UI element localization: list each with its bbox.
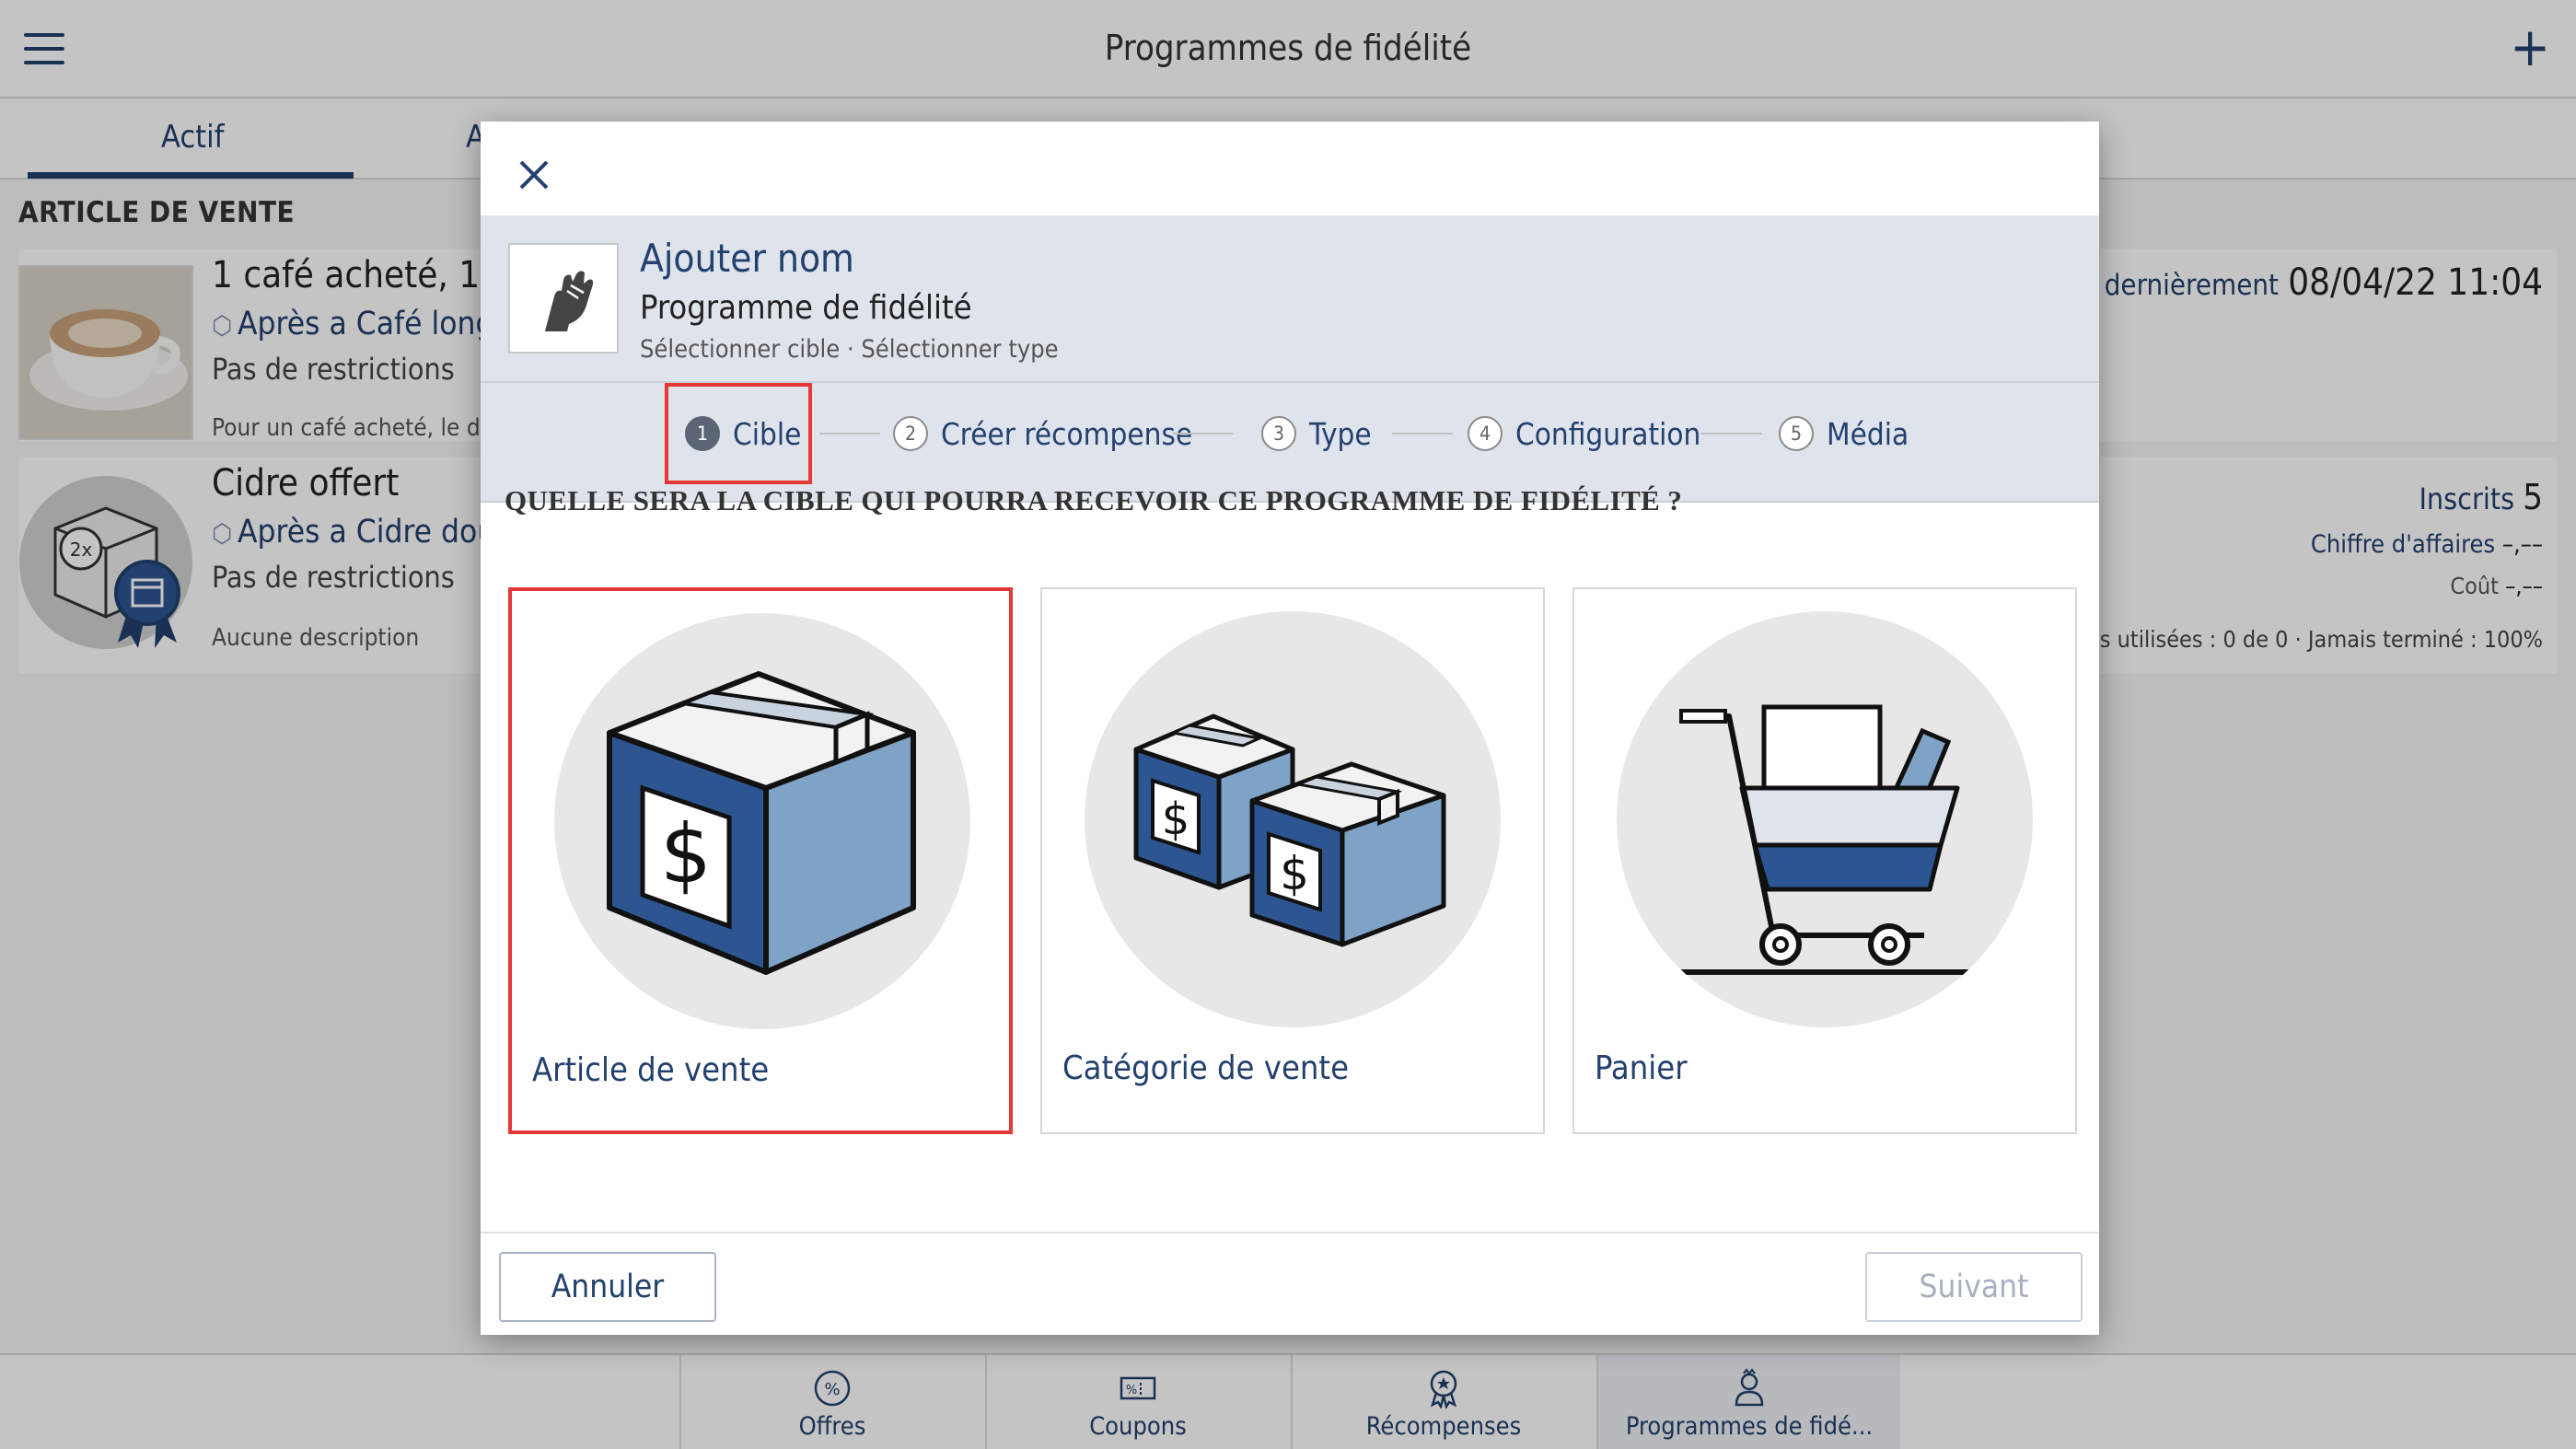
step-label: Type xyxy=(1309,415,1372,452)
svg-text:$: $ xyxy=(660,806,712,901)
step-connector xyxy=(1392,433,1453,435)
step-number: 4 xyxy=(1468,416,1503,451)
program-type: Programme de fidélité xyxy=(640,289,972,327)
step-label: Configuration xyxy=(1515,415,1701,452)
step-cible[interactable]: 1 Cible xyxy=(685,411,801,457)
dialog-footer: Annuler Suivant xyxy=(481,1232,2099,1335)
svg-text:$: $ xyxy=(1162,794,1190,845)
program-name[interactable]: Ajouter nom xyxy=(640,236,854,281)
step-type[interactable]: 3 Type xyxy=(1261,411,1372,457)
option-label: Article de vente xyxy=(532,1051,770,1089)
boxes-icon: $ $ xyxy=(1085,611,1501,1027)
close-icon[interactable] xyxy=(512,153,556,197)
breadcrumb: Sélectionner cible · Sélectionner type xyxy=(640,335,1059,364)
step-label: Cible xyxy=(733,415,802,452)
option-label: Catégorie de vente xyxy=(1062,1049,1350,1087)
step-media[interactable]: 5 Média xyxy=(1779,411,1909,457)
option-panier[interactable]: Panier xyxy=(1572,587,2077,1134)
step-number: 1 xyxy=(685,416,720,451)
option-categorie-de-vente[interactable]: $ $ Catégorie de vente xyxy=(1040,587,1545,1134)
step-label: Créer récompense xyxy=(941,415,1193,452)
dialog-header: Ajouter nom Programme de fidélité Sélect… xyxy=(481,215,2099,503)
box-icon: $ xyxy=(554,613,970,1029)
step-creer-recompense[interactable]: 2 Créer récompense xyxy=(893,411,1192,457)
program-avatar[interactable] xyxy=(508,243,619,354)
next-button[interactable]: Suivant xyxy=(1865,1252,2083,1322)
step-number: 3 xyxy=(1261,416,1296,451)
target-question: QUELLE SERA LA CIBLE QUI POURRA RECEVOIR… xyxy=(505,484,1683,516)
step-configuration[interactable]: 4 Configuration xyxy=(1468,411,1700,457)
cart-icon xyxy=(1617,611,2033,1027)
option-article-de-vente[interactable]: $ Article de vente xyxy=(508,587,1013,1134)
loyalty-program-dialog: Ajouter nom Programme de fidélité Sélect… xyxy=(481,122,2099,1335)
step-connector xyxy=(1173,433,1234,435)
step-connector xyxy=(1701,433,1762,435)
hand-icon xyxy=(545,271,594,331)
svg-text:$: $ xyxy=(1280,847,1309,900)
step-number: 5 xyxy=(1779,416,1814,451)
cancel-button[interactable]: Annuler xyxy=(499,1252,716,1322)
option-label: Panier xyxy=(1595,1049,1688,1087)
step-number: 2 xyxy=(893,416,928,451)
step-label: Média xyxy=(1827,415,1909,452)
step-connector xyxy=(819,433,880,435)
